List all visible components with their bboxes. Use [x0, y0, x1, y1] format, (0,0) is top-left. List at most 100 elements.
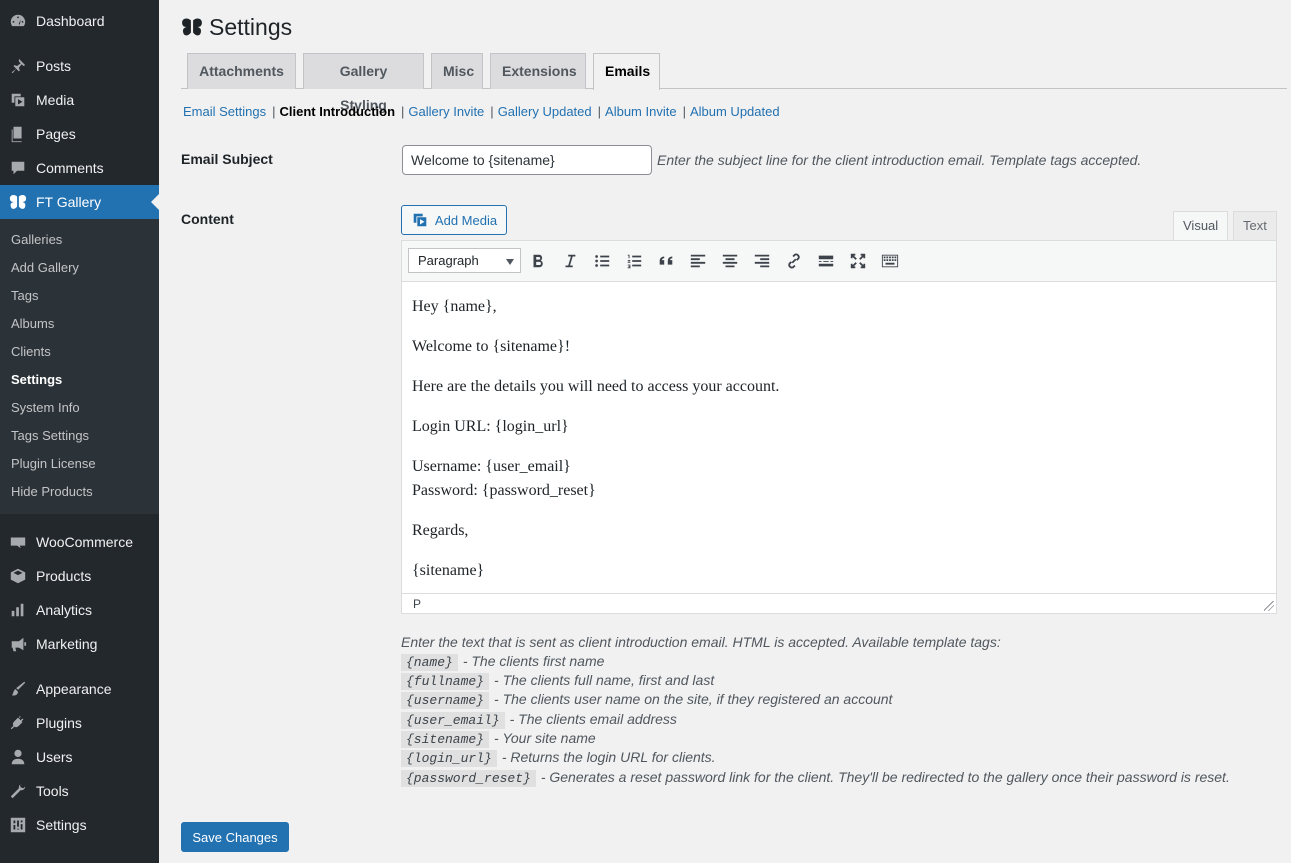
chevron-down-icon	[506, 259, 514, 265]
template-tag-desc: - Generates a reset password link for th…	[540, 769, 1230, 785]
user-icon	[0, 748, 36, 766]
gallery-submenu: Galleries Add Gallery Tags Albums Client…	[0, 219, 159, 514]
sidebar-item-settings[interactable]: Settings	[0, 808, 159, 842]
sidebar-item-plugins[interactable]: Plugins	[0, 706, 159, 740]
tab-gallery-styling[interactable]: Gallery Styling	[303, 53, 424, 113]
email-subject-input[interactable]	[402, 145, 652, 175]
sidebar-item-analytics[interactable]: Analytics	[0, 593, 159, 627]
subnav-separator: |	[401, 103, 405, 119]
sidebar-item-marketing[interactable]: Marketing	[0, 627, 159, 661]
tab-extensions[interactable]: Extensions	[490, 53, 586, 89]
subnav-gallery-updated[interactable]: Gallery Updated	[498, 104, 592, 119]
sidebar-item-comments[interactable]: Comments	[0, 151, 159, 185]
template-tag: {username}	[401, 692, 490, 709]
butterfly-icon	[182, 18, 202, 36]
sidebar-item-label: Analytics	[36, 602, 93, 618]
toolbar-toggle-button[interactable]	[878, 249, 902, 273]
email-subject-description: Enter the subject line for the client in…	[657, 152, 1142, 168]
numbered-list-icon	[627, 254, 642, 269]
save-changes-button[interactable]: Save Changes	[181, 822, 289, 852]
submenu-item-tags[interactable]: Tags	[11, 286, 38, 306]
sidebar-item-posts[interactable]: Posts	[0, 49, 159, 83]
email-subnav: Email Settings | Client Introduction | G…	[183, 101, 780, 121]
bold-button[interactable]	[526, 249, 550, 273]
element-path[interactable]: P	[413, 597, 421, 611]
brush-icon	[0, 680, 36, 698]
template-tag-row: {password_reset} - Generates a reset pass…	[401, 768, 1230, 787]
align-center-button[interactable]	[718, 249, 742, 273]
dashboard-icon	[0, 12, 36, 30]
sidebar-item-tools[interactable]: Tools	[0, 774, 159, 808]
submenu-item-clients[interactable]: Clients	[11, 342, 51, 362]
subnav-separator: |	[597, 103, 602, 119]
submenu-item-galleries[interactable]: Galleries	[11, 230, 62, 250]
media-icon	[0, 91, 36, 109]
woo-icon	[0, 533, 36, 551]
sidebar-item-label: Products	[36, 568, 92, 584]
template-tag: {sitename}	[401, 731, 490, 748]
editor-toolbar: Paragraph	[402, 241, 1276, 282]
submenu-item-settings[interactable]: Settings	[11, 370, 62, 390]
align-left-button[interactable]	[686, 249, 710, 273]
sidebar-item-ft-gallery[interactable]: FT Gallery	[0, 185, 159, 219]
sidebar-item-appearance[interactable]: Appearance	[0, 672, 159, 706]
sidebar-item-label: Media	[36, 92, 75, 108]
template-tag-row: {name} - The clients first name	[401, 652, 604, 671]
sidebar-item-users[interactable]: Users	[0, 740, 159, 774]
sidebar-item-label: Plugins	[36, 715, 82, 731]
submenu-item-plugin-license[interactable]: Plugin License	[11, 454, 96, 474]
subnav-album-invite[interactable]: Album Invite	[605, 104, 677, 119]
bullet-list-button[interactable]	[590, 249, 614, 273]
align-right-button[interactable]	[750, 249, 774, 273]
template-tag: {fullname}	[401, 673, 490, 690]
submenu-item-albums[interactable]: Albums	[11, 314, 54, 334]
sidebar-item-dashboard[interactable]: Dashboard	[0, 4, 159, 38]
content-description-intro: Enter the text that is sent as client in…	[401, 634, 1001, 650]
tab-misc[interactable]: Misc	[431, 53, 483, 89]
insert-link-button[interactable]	[782, 249, 806, 273]
submenu-item-tags-settings[interactable]: Tags Settings	[11, 426, 89, 446]
editor-tab-text[interactable]: Text	[1233, 211, 1277, 240]
template-tag-desc: - Your site name	[494, 730, 596, 746]
italic-icon	[565, 254, 576, 268]
blockquote-button[interactable]	[654, 249, 678, 273]
template-tag-desc: - The clients email address	[509, 711, 677, 727]
subnav-gallery-invite[interactable]: Gallery Invite	[408, 104, 484, 119]
sidebar-item-media[interactable]: Media	[0, 83, 159, 117]
butterfly-icon	[0, 193, 36, 211]
resize-handle[interactable]	[1264, 601, 1274, 611]
template-tag: {user_email}	[401, 712, 505, 729]
editor-content-area[interactable]: Hey {name}, Welcome to {sitename}! Here …	[402, 283, 1276, 593]
sidebar-item-label: Users	[36, 749, 73, 765]
editor-line: Regards,	[412, 522, 469, 539]
subnav-album-updated[interactable]: Album Updated	[690, 104, 780, 119]
page-title: Settings	[181, 12, 292, 42]
editor-line: Username: {user_email}	[412, 458, 571, 475]
content-label: Content	[181, 211, 234, 227]
read-more-button[interactable]	[814, 249, 838, 273]
bold-icon	[533, 254, 543, 268]
editor-line: Here are the details you will need to ac…	[412, 378, 780, 395]
sidebar-item-woocommerce[interactable]: WooCommerce	[0, 525, 159, 559]
subnav-email-settings[interactable]: Email Settings	[183, 104, 266, 119]
submenu-item-system-info[interactable]: System Info	[11, 398, 80, 418]
sidebar-item-products[interactable]: Products	[0, 559, 159, 593]
template-tag-desc: - Returns the login URL for clients.	[501, 749, 716, 765]
template-tag-row: {login_url} - Returns the login URL for c…	[401, 748, 716, 767]
add-media-button[interactable]: Add Media	[401, 205, 507, 235]
italic-button[interactable]	[558, 249, 582, 273]
settings-icon	[0, 816, 36, 834]
editor-tab-visual[interactable]: Visual	[1173, 211, 1229, 240]
numbered-list-button[interactable]	[622, 249, 646, 273]
sidebar-item-pages[interactable]: Pages	[0, 117, 159, 151]
subnav-client-introduction: Client Introduction	[279, 103, 396, 119]
paragraph-format-select[interactable]: Paragraph	[408, 248, 521, 273]
template-tag-desc: - The clients full name, first and last	[494, 672, 715, 688]
tab-emails[interactable]: Emails	[593, 53, 660, 90]
submenu-item-hide-products[interactable]: Hide Products	[11, 482, 93, 502]
submenu-item-add-gallery[interactable]: Add Gallery	[11, 258, 79, 278]
tab-attachments[interactable]: Attachments	[187, 53, 296, 89]
template-tag: {name}	[401, 654, 458, 671]
fullscreen-button[interactable]	[846, 249, 870, 273]
template-tag-row: {sitename} - Your site name	[401, 729, 596, 748]
